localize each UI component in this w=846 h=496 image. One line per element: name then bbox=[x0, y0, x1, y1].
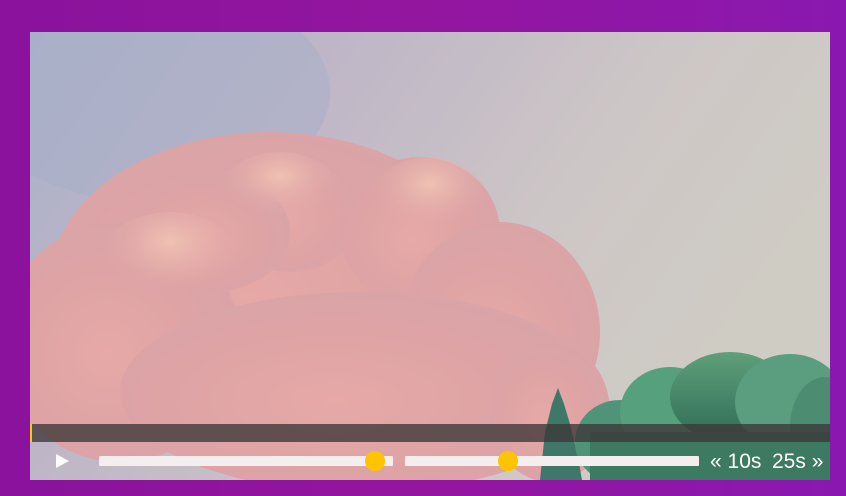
play-icon bbox=[56, 454, 69, 468]
playback-rate-slider-rail bbox=[405, 456, 699, 466]
video-still bbox=[30, 32, 830, 480]
play-button[interactable] bbox=[52, 451, 72, 471]
volume-slider-rail bbox=[99, 456, 393, 466]
volume-slider[interactable] bbox=[99, 451, 393, 471]
control-bar: « 10s 25s » bbox=[30, 442, 830, 480]
progress-bar[interactable] bbox=[30, 424, 830, 442]
page-frame: « 10s 25s » bbox=[0, 0, 846, 496]
progress-fill bbox=[30, 424, 32, 442]
skip-back-button[interactable]: « 10s bbox=[710, 449, 761, 475]
video-player[interactable]: « 10s 25s » bbox=[30, 32, 830, 480]
skip-forward-button[interactable]: 25s » bbox=[772, 449, 823, 475]
volume-slider-thumb[interactable] bbox=[365, 451, 386, 471]
video-frame[interactable] bbox=[30, 32, 830, 480]
playback-rate-slider[interactable] bbox=[405, 451, 699, 471]
playback-rate-slider-thumb[interactable] bbox=[497, 451, 518, 471]
